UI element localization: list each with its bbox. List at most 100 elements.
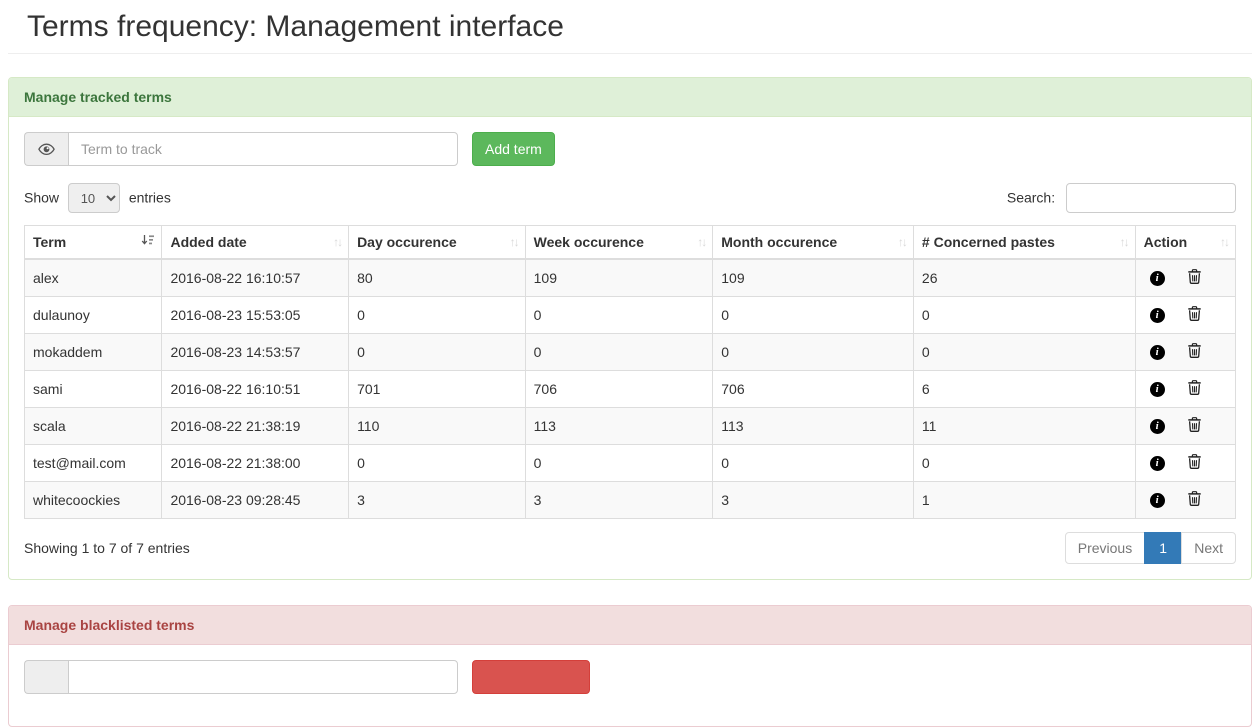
info-circle-icon[interactable]: i — [1150, 345, 1165, 360]
blacklisted-terms-panel-title: Manage blacklisted terms — [24, 617, 194, 633]
column-header-day-occurence[interactable]: Day occurence ↑↓ — [349, 226, 526, 260]
search-input[interactable] — [1066, 183, 1236, 213]
tracked-terms-panel: Manage tracked terms Add term — [8, 77, 1252, 580]
sort-both-icon: ↑↓ — [1120, 235, 1128, 249]
trash-icon[interactable] — [1188, 380, 1201, 398]
blacklist-input-group — [24, 660, 458, 694]
added-date-cell: 2016-08-22 21:38:19 — [162, 408, 349, 445]
added-date-cell: 2016-08-23 09:28:45 — [162, 482, 349, 519]
search-label: Search: — [1007, 190, 1055, 206]
added-date-cell: 2016-08-22 21:38:00 — [162, 445, 349, 482]
week-occurence-cell: 0 — [525, 334, 713, 371]
table-row: test@mail.com2016-08-22 21:38:000000i — [25, 445, 1236, 482]
trash-icon[interactable] — [1188, 417, 1201, 435]
datatable-controls: Show 10 entries Search: — [24, 183, 1236, 213]
tracked-terms-table: Term Added date — [24, 225, 1236, 519]
add-term-button[interactable]: Add term — [472, 132, 555, 166]
term-cell: test@mail.com — [25, 445, 162, 482]
eye-addon — [24, 132, 68, 166]
page-length-control: Show 10 entries — [24, 183, 171, 213]
concerned-pastes-cell: 0 — [913, 334, 1135, 371]
pagination-next[interactable]: Next — [1181, 532, 1236, 564]
week-occurence-cell: 113 — [525, 408, 713, 445]
action-cell: i — [1135, 482, 1235, 519]
table-row: whitecoockies2016-08-23 09:28:453331i — [25, 482, 1236, 519]
concerned-pastes-cell: 0 — [913, 445, 1135, 482]
day-occurence-cell: 0 — [349, 445, 526, 482]
month-occurence-cell: 0 — [713, 445, 914, 482]
trash-icon[interactable] — [1188, 454, 1201, 472]
trash-icon[interactable] — [1188, 343, 1201, 361]
blacklist-term-button[interactable] — [472, 660, 590, 694]
concerned-pastes-cell: 11 — [913, 408, 1135, 445]
table-row: mokaddem2016-08-23 14:53:570000i — [25, 334, 1236, 371]
month-occurence-cell: 109 — [713, 259, 914, 297]
day-occurence-cell: 701 — [349, 371, 526, 408]
day-occurence-cell: 0 — [349, 334, 526, 371]
page-container: Terms frequency: Management interface Ma… — [0, 10, 1260, 727]
column-header-added-date[interactable]: Added date ↑↓ — [162, 226, 349, 260]
table-info-text: Showing 1 to 7 of 7 entries — [24, 540, 190, 556]
week-occurence-cell: 109 — [525, 259, 713, 297]
term-to-track-input[interactable] — [68, 132, 458, 166]
column-header-month-occurence[interactable]: Month occurence ↑↓ — [713, 226, 914, 260]
table-row: alex2016-08-22 16:10:578010910926i — [25, 259, 1236, 297]
info-circle-icon[interactable]: i — [1150, 382, 1165, 397]
day-occurence-cell: 80 — [349, 259, 526, 297]
day-occurence-cell: 0 — [349, 297, 526, 334]
trash-icon[interactable] — [1188, 269, 1201, 287]
term-cell: alex — [25, 259, 162, 297]
column-header-action[interactable]: Action ↑↓ — [1135, 226, 1235, 260]
entries-select[interactable]: 10 — [68, 183, 120, 213]
sort-both-icon: ↑↓ — [1220, 235, 1228, 249]
blacklisted-terms-panel: Manage blacklisted terms — [8, 605, 1252, 727]
concerned-pastes-cell: 1 — [913, 482, 1135, 519]
info-circle-icon[interactable]: i — [1150, 308, 1165, 323]
week-occurence-cell: 3 — [525, 482, 713, 519]
trash-icon[interactable] — [1188, 306, 1201, 324]
tracked-terms-panel-header: Manage tracked terms — [9, 78, 1251, 117]
week-occurence-cell: 0 — [525, 445, 713, 482]
column-header-week-occurence[interactable]: Week occurence ↑↓ — [525, 226, 713, 260]
pagination-previous[interactable]: Previous — [1065, 532, 1145, 564]
concerned-pastes-cell: 6 — [913, 371, 1135, 408]
concerned-pastes-cell: 26 — [913, 259, 1135, 297]
action-cell: i — [1135, 408, 1235, 445]
table-row: dulaunoy2016-08-23 15:53:050000i — [25, 297, 1236, 334]
pagination-page-1[interactable]: 1 — [1144, 532, 1182, 564]
table-row: scala2016-08-22 21:38:1911011311311i — [25, 408, 1236, 445]
page-title: Terms frequency: Management interface — [27, 10, 1252, 44]
added-date-cell: 2016-08-23 15:53:05 — [162, 297, 349, 334]
info-circle-icon[interactable]: i — [1150, 419, 1165, 434]
blacklisted-terms-panel-header: Manage blacklisted terms — [9, 606, 1251, 645]
term-input-group — [24, 132, 458, 166]
action-cell: i — [1135, 445, 1235, 482]
term-cell: dulaunoy — [25, 297, 162, 334]
pagination: Previous 1 Next — [1066, 532, 1236, 564]
add-term-row: Add term — [24, 132, 1236, 166]
show-label: Show — [24, 190, 59, 206]
info-circle-icon[interactable]: i — [1150, 456, 1165, 471]
action-cell: i — [1135, 297, 1235, 334]
day-occurence-cell: 3 — [349, 482, 526, 519]
month-occurence-cell: 0 — [713, 334, 914, 371]
added-date-cell: 2016-08-22 16:10:57 — [162, 259, 349, 297]
term-cell: mokaddem — [25, 334, 162, 371]
column-header-concerned-pastes[interactable]: # Concerned pastes ↑↓ — [913, 226, 1135, 260]
month-occurence-cell: 3 — [713, 482, 914, 519]
add-blacklist-row — [24, 660, 1236, 694]
sort-both-icon: ↑↓ — [898, 235, 906, 249]
month-occurence-cell: 706 — [713, 371, 914, 408]
info-circle-icon[interactable]: i — [1150, 271, 1165, 286]
info-circle-icon[interactable]: i — [1150, 493, 1165, 508]
title-divider — [8, 53, 1252, 54]
trash-icon[interactable] — [1188, 491, 1201, 509]
table-header-row: Term Added date — [25, 226, 1236, 260]
sort-both-icon: ↑↓ — [697, 235, 705, 249]
blacklist-term-input[interactable] — [68, 660, 458, 694]
entries-label: entries — [129, 190, 171, 206]
week-occurence-cell: 0 — [525, 297, 713, 334]
concerned-pastes-cell: 0 — [913, 297, 1135, 334]
column-header-term[interactable]: Term — [25, 226, 162, 260]
table-row: sami2016-08-22 16:10:517017067066i — [25, 371, 1236, 408]
